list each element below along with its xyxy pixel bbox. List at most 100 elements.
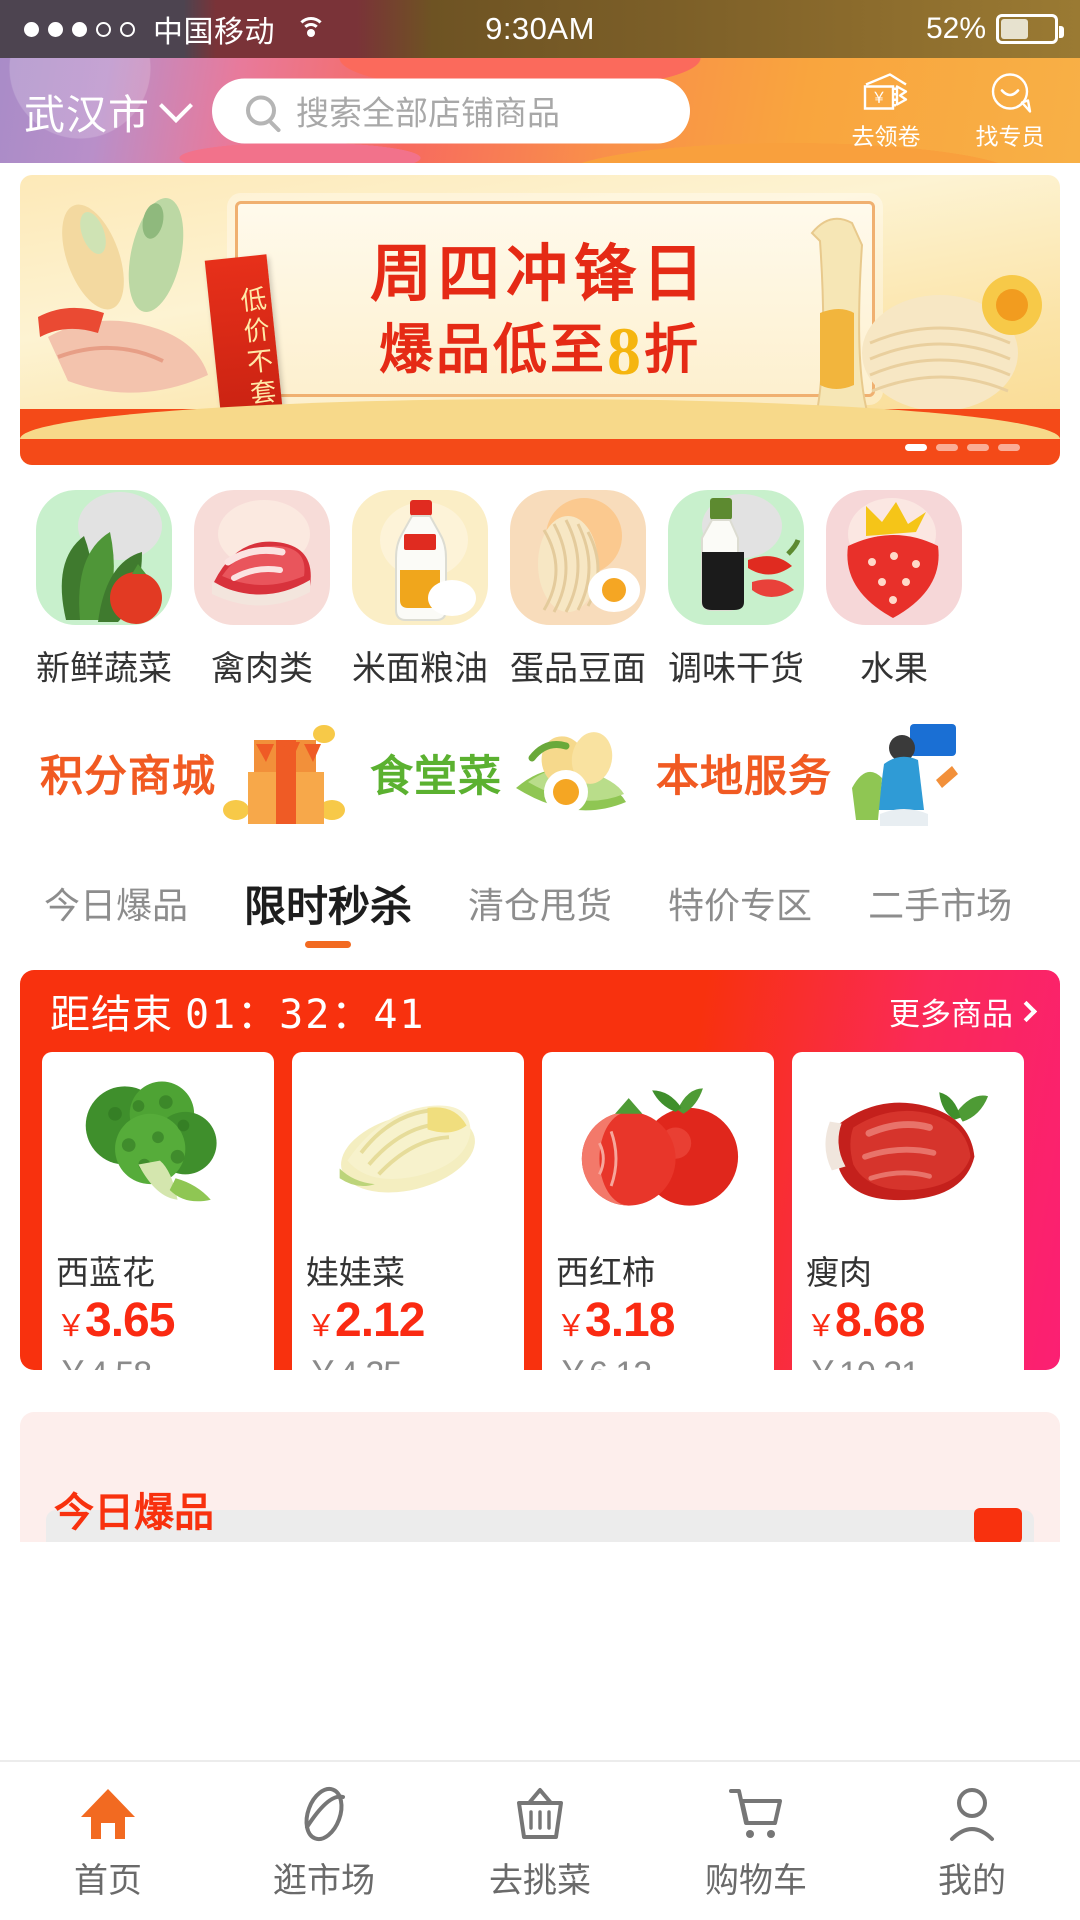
cart-icon bbox=[729, 1788, 782, 1838]
hero-base-strip bbox=[20, 399, 1060, 465]
category-label: 新鲜蔬菜 bbox=[36, 650, 172, 688]
broccoli-icon bbox=[42, 1052, 274, 1240]
signal-dot bbox=[48, 21, 63, 37]
promo-points-mall[interactable]: 积分商城 bbox=[40, 718, 350, 828]
noodles-egg-icon bbox=[510, 490, 646, 625]
status-bar: 中国移动 9:30AM 52% bbox=[0, 0, 1080, 58]
price-value: 2.12 bbox=[335, 1294, 425, 1347]
product-info: 西蓝花 ￥3.65 ￥4.58 bbox=[42, 1240, 274, 1370]
tab-clearance[interactable]: 清仓甩货 bbox=[468, 877, 612, 943]
nav-item-pick-vegetables[interactable]: 去挑菜 bbox=[432, 1762, 648, 1920]
next-section-title: 今日爆品 bbox=[54, 1491, 214, 1535]
product-card[interactable]: 娃娃菜 ￥2.12 ￥4.25 bbox=[292, 1052, 524, 1370]
category-label: 禽肉类 bbox=[211, 650, 313, 688]
find-agent-button[interactable]: 找专员 bbox=[956, 70, 1064, 151]
battery-icon bbox=[996, 14, 1064, 44]
signal-dot bbox=[24, 21, 39, 37]
hero-pagination-dots[interactable] bbox=[905, 444, 1020, 451]
product-info: 娃娃菜 ￥2.12 ￥4.25 bbox=[292, 1240, 524, 1370]
category-item-seasoning-dry-goods[interactable]: 调味干货 bbox=[668, 490, 804, 690]
soy-sauce-chili-icon bbox=[668, 490, 804, 625]
coupon-ticket-icon: ￥ bbox=[863, 72, 908, 110]
product-price: ￥3.18 bbox=[556, 1295, 760, 1346]
category-item-fresh-vegetables[interactable]: 新鲜蔬菜 bbox=[36, 490, 172, 690]
market-icon bbox=[304, 1786, 345, 1841]
baby-cabbage-icon bbox=[292, 1052, 524, 1240]
category-strip[interactable]: 新鲜蔬菜 禽肉类 米面粮油 蛋品豆面 调味干货 水果 bbox=[0, 490, 1080, 690]
product-old-price: ￥6.12 bbox=[556, 1346, 760, 1370]
location-label: 武汉市 bbox=[24, 91, 150, 138]
category-item-rice-flour-oil[interactable]: 米面粮油 bbox=[352, 490, 488, 690]
user-icon bbox=[950, 1787, 994, 1841]
next-section-card[interactable]: 今日爆品 bbox=[20, 1412, 1060, 1542]
promo-title: 积分商城 bbox=[40, 753, 216, 801]
promo-canteen-dishes[interactable]: 食堂菜 bbox=[370, 718, 636, 828]
nav-label: 逛市场 bbox=[273, 1861, 375, 1900]
hero-subtitle-prefix: 爆品低至 bbox=[379, 320, 607, 380]
strawberry-icon bbox=[826, 490, 962, 625]
product-name: 西蓝花 bbox=[56, 1254, 155, 1291]
category-item-poultry-meat[interactable]: 禽肉类 bbox=[194, 490, 330, 690]
hero-dot[interactable] bbox=[905, 444, 927, 451]
product-name: 瘦肉 bbox=[806, 1254, 872, 1291]
get-coupon-button[interactable]: ￥ 去领卷 bbox=[832, 70, 940, 151]
product-name: 娃娃菜 bbox=[306, 1254, 405, 1291]
more-products-button[interactable]: 更多商品 bbox=[889, 989, 1038, 1034]
promo-local-service[interactable]: 本地服务 bbox=[656, 718, 966, 828]
currency-symbol: ￥ bbox=[56, 1310, 86, 1343]
raw-meat-icon bbox=[194, 490, 330, 625]
product-card[interactable]: 西红柿 ￥3.18 ￥6.12 bbox=[542, 1052, 774, 1370]
status-bar-clock: 9:30AM bbox=[485, 11, 595, 46]
bottom-navigation[interactable]: 首页 逛市场 去挑菜 购物车 我的 bbox=[0, 1760, 1080, 1920]
price-value: 3.65 bbox=[85, 1294, 175, 1347]
status-bar-right: 52% bbox=[926, 12, 1080, 46]
signal-dot bbox=[72, 21, 87, 37]
get-coupon-label: 去领卷 bbox=[851, 123, 921, 149]
basket-icon bbox=[517, 1787, 563, 1839]
tab-special-zone[interactable]: 特价专区 bbox=[668, 877, 812, 943]
gift-box-coins-icon bbox=[223, 724, 345, 824]
tab-today-hot[interactable]: 今日爆品 bbox=[44, 877, 188, 943]
category-item-fruits[interactable]: 水果 bbox=[826, 490, 962, 690]
product-old-price: ￥10.21 bbox=[806, 1346, 1010, 1370]
nav-item-home[interactable]: 首页 bbox=[0, 1762, 216, 1920]
status-bar-left: 中国移动 bbox=[0, 7, 326, 51]
hero-dot[interactable] bbox=[936, 444, 958, 451]
location-selector[interactable]: 武汉市 bbox=[24, 81, 193, 141]
product-old-price: ￥4.58 bbox=[56, 1346, 260, 1370]
flash-sale-section: 距结束 01：32：41 更多商品 西蓝花 ￥3.65 娃娃菜 ￥2.12 西红… bbox=[20, 970, 1060, 1370]
nav-label: 首页 bbox=[74, 1861, 142, 1900]
nav-item-market[interactable]: 逛市场 bbox=[216, 1762, 432, 1920]
flash-sale-countdown: 距结束 01：32：41 bbox=[50, 982, 426, 1040]
hero-dot[interactable] bbox=[967, 444, 989, 451]
product-name: 西红柿 bbox=[556, 1254, 655, 1291]
nav-item-cart[interactable]: 购物车 bbox=[648, 1762, 864, 1920]
tab-flash-sale[interactable]: 限时秒杀 bbox=[244, 873, 412, 948]
app-header: 武汉市 搜索全部店铺商品 ￥ 去领卷 找专员 bbox=[0, 58, 1080, 163]
product-old-price: ￥4.25 bbox=[306, 1346, 510, 1370]
product-card[interactable]: 西蓝花 ￥3.65 ￥4.58 bbox=[42, 1052, 274, 1370]
promo-title: 本地服务 bbox=[656, 753, 832, 801]
carrier-name: 中国移动 bbox=[153, 16, 275, 49]
product-card[interactable]: 瘦肉 ￥8.68 ￥10.21 bbox=[792, 1052, 1024, 1370]
flash-sale-header: 距结束 01：32：41 更多商品 bbox=[20, 970, 1060, 1052]
category-label: 蛋品豆面 bbox=[510, 650, 646, 688]
chat-bubble-smile-icon bbox=[991, 72, 1032, 113]
lean-pork-icon bbox=[792, 1052, 1024, 1240]
next-section-badge bbox=[974, 1508, 1022, 1542]
product-price: ￥3.65 bbox=[56, 1294, 260, 1347]
hero-dot[interactable] bbox=[998, 444, 1020, 451]
chevron-right-icon bbox=[1015, 1000, 1038, 1022]
find-agent-label: 找专员 bbox=[975, 123, 1045, 149]
tab-second-hand-market[interactable]: 二手市场 bbox=[868, 877, 1012, 943]
currency-symbol: ￥ bbox=[806, 1310, 836, 1343]
flash-sale-product-list[interactable]: 西蓝花 ￥3.65 ￥4.58 bbox=[20, 1052, 1060, 1370]
search-input[interactable]: 搜索全部店铺商品 bbox=[296, 87, 560, 135]
nav-item-profile[interactable]: 我的 bbox=[864, 1762, 1080, 1920]
category-item-eggs-bean-noodles[interactable]: 蛋品豆面 bbox=[510, 490, 646, 690]
search-icon bbox=[246, 95, 276, 126]
currency-symbol: ￥ bbox=[306, 1310, 336, 1343]
section-tabs[interactable]: 今日爆品 限时秒杀 清仓甩货 特价专区 二手市场 bbox=[0, 860, 1080, 960]
hero-banner[interactable]: 周四冲锋日 爆品低至8折 低价不套路 bbox=[20, 175, 1060, 465]
search-bar[interactable]: 搜索全部店铺商品 bbox=[212, 78, 690, 143]
